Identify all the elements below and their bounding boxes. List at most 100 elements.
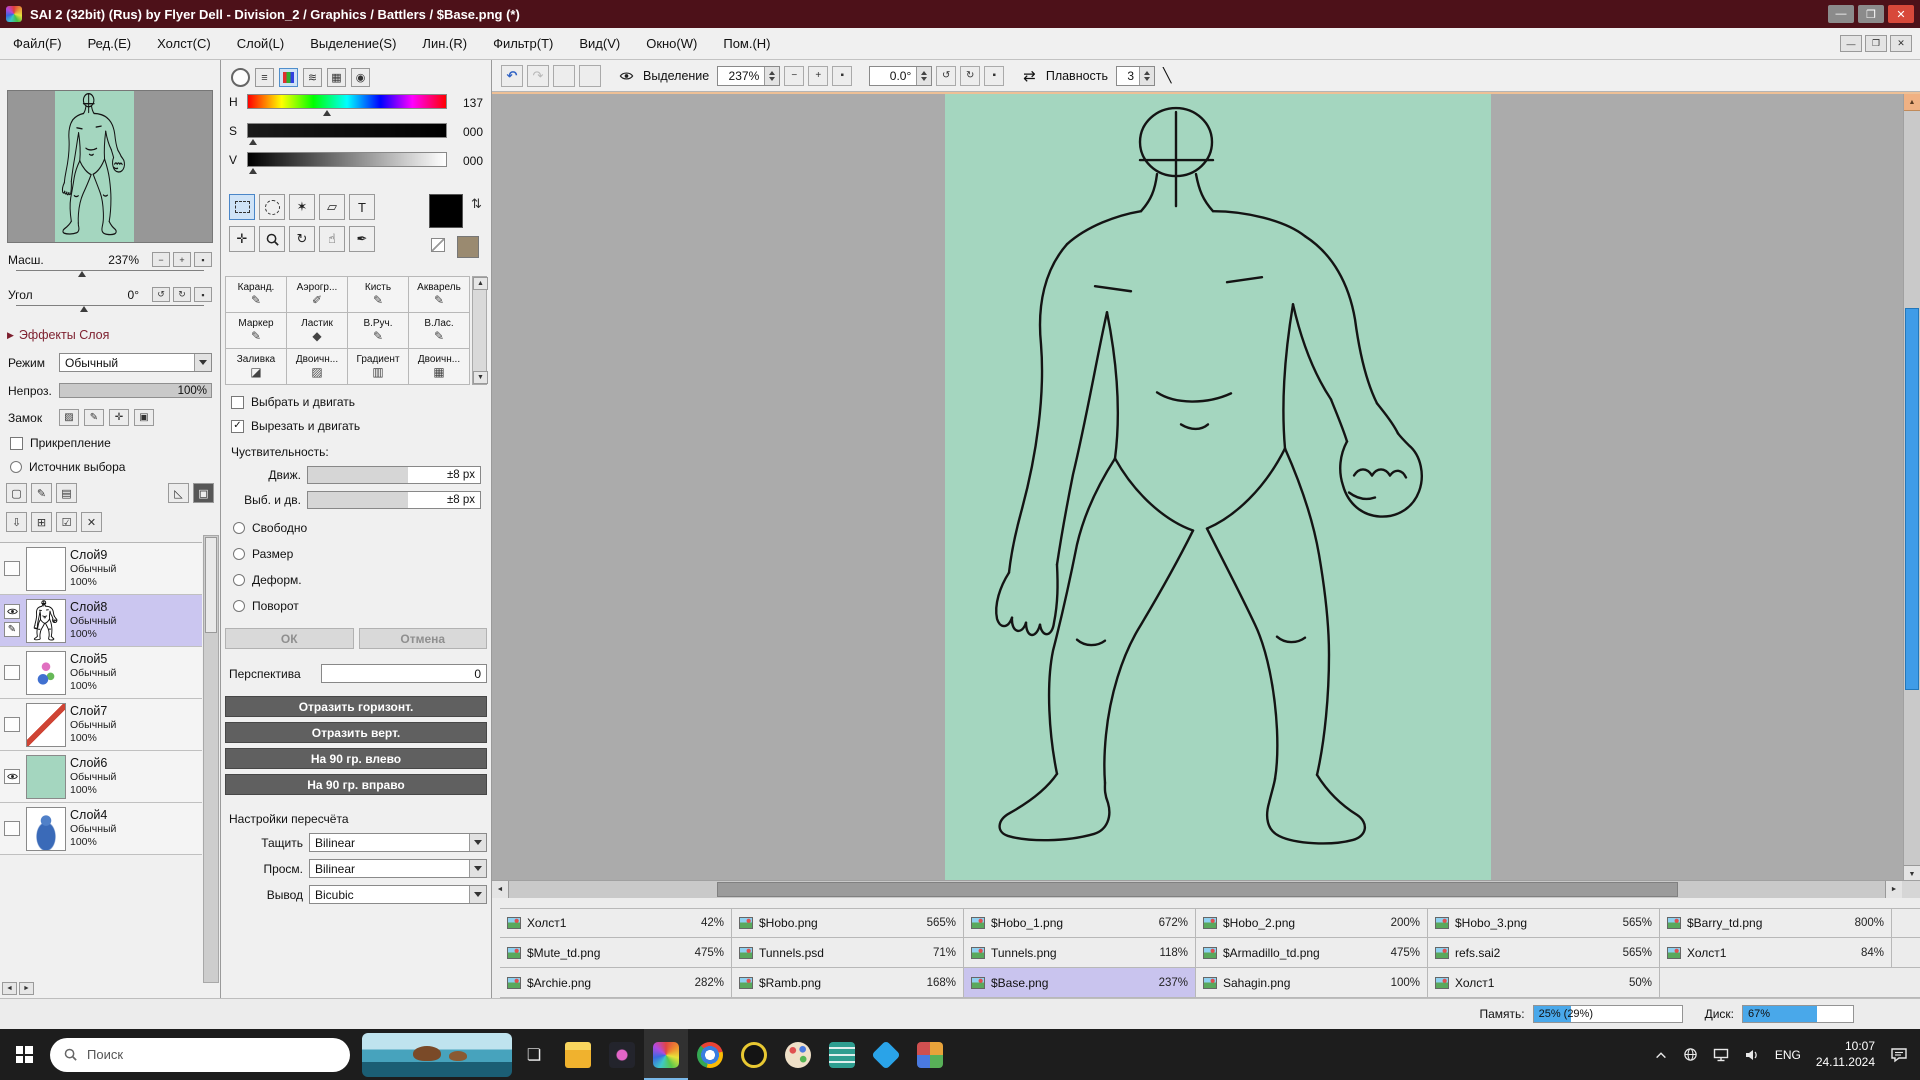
taskbar-app-photos[interactable] [908,1029,952,1080]
doc-tab-active[interactable]: $Base.png237% [964,968,1196,997]
swatches-toggle[interactable]: ▦ [327,68,346,87]
angle-slider-marker[interactable] [80,306,88,312]
doc-tab[interactable]: $Hobo_2.png200% [1196,909,1428,937]
gradient-toggle[interactable]: ◉ [351,68,370,87]
menu-line[interactable]: Лин.(R) [409,28,480,59]
layer-options-button[interactable]: ▣ [193,483,214,503]
hue-marker[interactable] [323,110,331,116]
undo-button[interactable]: ↶ [501,65,523,87]
horizontal-scroll-thumb[interactable] [717,882,1678,897]
taskbar-app-messenger[interactable] [864,1029,908,1080]
select-sensitivity-field[interactable]: ±8 px [307,491,481,509]
new-folder-button[interactable]: ▤ [56,483,77,503]
language-indicator[interactable]: ENG [1775,1048,1801,1062]
layer-row[interactable]: Слой7 Обычный 100% [0,699,202,751]
deform-radio[interactable] [233,574,245,586]
rotate-90-left-button[interactable]: На 90 гр. влево [225,748,487,769]
scroll-right-button[interactable]: ► [1885,881,1902,898]
rgb-sliders-toggle[interactable] [279,68,298,87]
visibility-checkbox[interactable] [4,821,20,836]
close-button[interactable]: ✕ [1888,5,1914,23]
start-button[interactable] [0,1029,48,1080]
tool-binary2[interactable]: Двоичн...▦ [409,349,470,385]
zoom-slider-marker[interactable] [78,271,86,277]
layer-effects-header[interactable]: ▶ Эффекты Слоя [7,328,220,342]
tool-grid-scrollbar[interactable]: ▲ ▼ [472,276,487,385]
move-sensitivity-field[interactable]: ±8 px [307,466,481,484]
network-icon[interactable] [1683,1047,1698,1062]
menu-canvas[interactable]: Холст(C) [144,28,224,59]
menu-selection[interactable]: Выделение(S) [297,28,409,59]
value-slider[interactable] [247,152,447,167]
doc-tab[interactable]: $Mute_td.png475% [500,938,732,967]
lock-pencil-button[interactable]: ✎ [84,409,104,426]
rotate-90-right-button[interactable]: На 90 гр. вправо [225,774,487,795]
tray-expand-icon[interactable] [1654,1049,1668,1061]
new-sketch-layer-button[interactable]: ✎ [31,483,52,503]
history-forward-button[interactable] [579,65,601,87]
scale-radio[interactable] [233,548,245,560]
lock-move-button[interactable]: ✛ [109,409,129,426]
layer-list-scrollbar[interactable] [203,535,219,983]
saturation-slider[interactable] [247,123,447,138]
doc-tab[interactable]: $Hobo.png565% [732,909,964,937]
scroll-up-button[interactable]: ▲ [473,277,488,290]
doc-tab[interactable]: $Hobo_3.png565% [1428,909,1660,937]
nav-zoom-in-button[interactable]: + [173,252,191,267]
rect-select-tool[interactable] [229,194,255,220]
hand-tool[interactable]: ☝ [319,226,345,252]
doc-tab[interactable]: $Archie.png282% [500,968,732,997]
text-tool[interactable]: T [349,194,375,220]
flip-horizontal-button[interactable]: Отразить горизонт. [225,696,487,717]
doc-tab[interactable]: refs.sai2565% [1428,938,1660,967]
cut-move-checkbox[interactable]: ✓ [231,420,244,433]
flip-view-icon[interactable]: ⇄ [1023,67,1036,85]
task-view-button[interactable]: ❏ [512,1029,556,1080]
dropdown-arrow-icon[interactable] [194,354,211,371]
taskbar-app-file-explorer[interactable] [556,1029,600,1080]
doc-tab[interactable]: Tunnels.psd71% [732,938,964,967]
widgets-thumbnail[interactable] [362,1033,512,1077]
menu-filter[interactable]: Фильтр(T) [480,28,566,59]
tool-marker[interactable]: Маркер✎ [226,313,287,349]
tool-fill[interactable]: Заливка◪ [226,349,287,385]
secondary-color-swatch[interactable] [457,236,479,258]
swap-colors-icon[interactable]: ⇅ [471,196,482,212]
dropdown-arrow-icon[interactable] [469,834,486,851]
polygon-select-tool[interactable]: ▱ [319,194,345,220]
menu-file[interactable]: Файл(F) [0,28,75,59]
nav-rotate-right-button[interactable]: ↻ [173,287,191,302]
menu-window[interactable]: Окно(W) [633,28,710,59]
output-resample-select[interactable]: Bicubic [309,885,487,904]
maximize-button[interactable]: ❐ [1858,5,1884,23]
selection-source-radio[interactable] [10,461,22,473]
zoom-reset-button[interactable]: ▪ [832,66,852,86]
navigator-preview[interactable] [7,90,213,243]
doc-tab[interactable]: Sahagin.png100% [1196,968,1428,997]
monitor-icon[interactable] [1713,1048,1729,1062]
scroll-down-button[interactable]: ▼ [473,371,488,384]
zoom-in-button[interactable]: + [808,66,828,86]
mdi-minimize-button[interactable]: — [1840,35,1862,52]
primary-color-swatch[interactable] [429,194,463,228]
tool-pencil[interactable]: Каранд.✎ [226,277,287,313]
zoom-combobox[interactable]: 237% [717,66,780,86]
visibility-checkbox[interactable] [4,769,20,784]
color-menu-toggle[interactable]: ≡ [255,68,274,87]
delete-layer-button[interactable]: ✕ [81,512,102,532]
rotate-left-button[interactable]: ↺ [936,66,956,86]
taskbar-app-chrome[interactable] [688,1029,732,1080]
vertical-scrollbar[interactable]: ▲ ▼ [1903,94,1920,880]
doc-tab[interactable]: $Armadillo_td.png475% [1196,938,1428,967]
canvas-document[interactable] [945,94,1491,880]
dropdown-arrow-icon[interactable] [469,886,486,903]
nav-zoom-out-button[interactable]: − [152,252,170,267]
lasso-tool[interactable] [259,194,285,220]
visibility-checkbox[interactable] [4,561,20,576]
menu-help[interactable]: Пом.(H) [710,28,783,59]
layer-row[interactable]: Слой4 Обычный 100% [0,803,202,855]
rotate-right-button[interactable]: ↻ [960,66,980,86]
layer-row[interactable]: Слой9 Обычный 100% [0,543,202,595]
taskbar-search[interactable]: Поиск [50,1038,350,1072]
nav-rotate-left-button[interactable]: ↺ [152,287,170,302]
